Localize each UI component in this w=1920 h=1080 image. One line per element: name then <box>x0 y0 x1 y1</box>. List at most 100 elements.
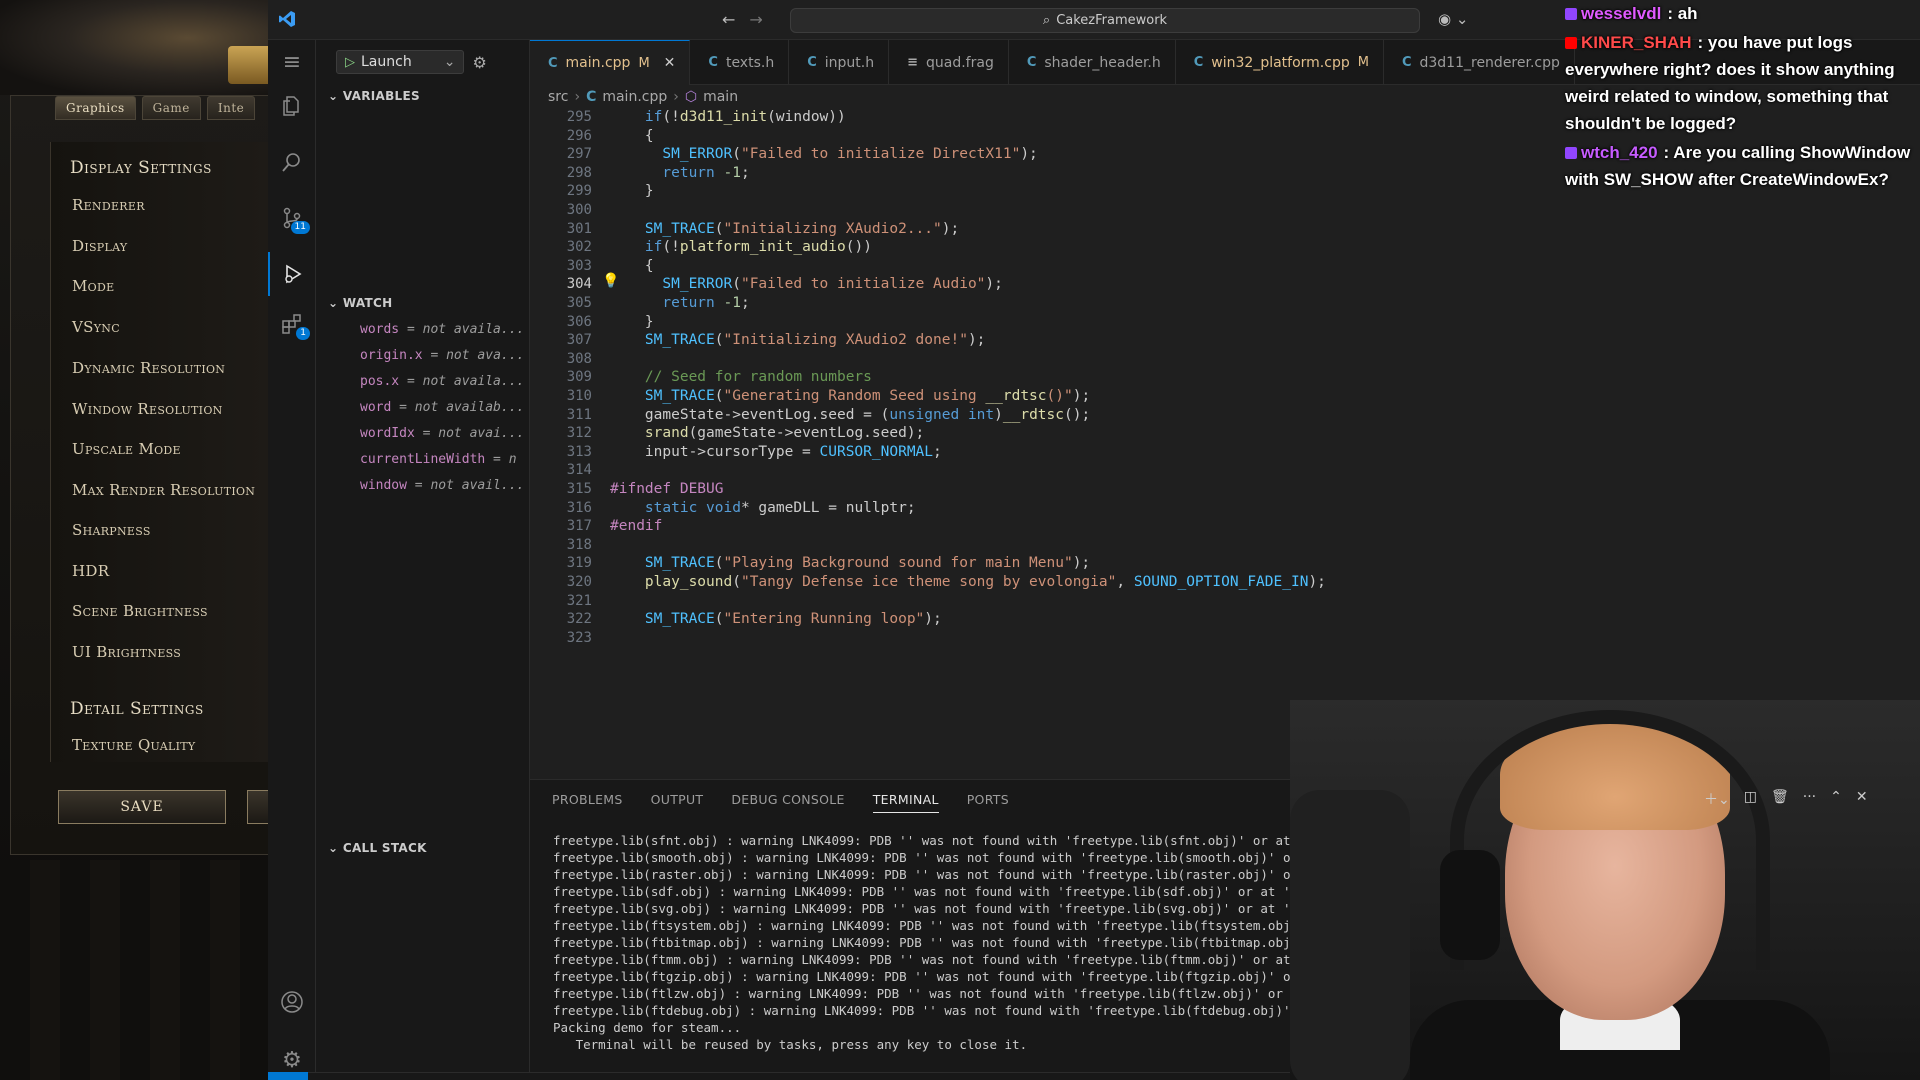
remote-indicator[interactable] <box>268 1072 308 1080</box>
close-icon[interactable]: ✕ <box>1856 789 1868 809</box>
tab-graphics[interactable]: Graphics <box>55 96 136 120</box>
debug-settings-gear-icon[interactable]: ⚙ <box>472 53 486 72</box>
watch-item[interactable]: word = not availab... <box>360 400 525 415</box>
breadcrumb-symbol[interactable]: main <box>703 89 738 105</box>
game-save-button[interactable]: SAVE <box>58 790 226 824</box>
tab-label: d3d11_renderer.cpp <box>1419 54 1560 71</box>
search-view-icon[interactable] <box>268 140 316 184</box>
c-file-icon: C <box>586 89 597 105</box>
breadcrumb-folder[interactable]: src <box>548 89 568 105</box>
setting-dynamic-resolution[interactable]: Dynamic Resolution <box>72 359 225 377</box>
tab-input-h[interactable]: Cinput.h <box>789 40 890 85</box>
display-settings-header: Display Settings <box>70 158 212 178</box>
code-line: SM_TRACE("Generating Random Seed using _… <box>644 388 1091 404</box>
setting-max-render-resolution[interactable]: Max Render Resolution <box>72 481 255 499</box>
tab-win32-platform-cpp[interactable]: Cwin32_platform.cpp M <box>1176 40 1384 85</box>
watch-item[interactable]: pos.x = not availa... <box>360 374 525 389</box>
launch-config-select[interactable]: ▷ Launch ⌄ <box>336 50 465 74</box>
watch-section-header[interactable]: ⌄ WATCH <box>328 296 392 310</box>
setting-hdr[interactable]: HDR <box>72 562 109 580</box>
accounts-icon[interactable] <box>268 980 316 1024</box>
code-line: } <box>610 313 654 330</box>
add-terminal-icon[interactable]: ＋⌄ <box>1704 789 1730 809</box>
line-number: 299 <box>566 183 592 200</box>
trash-icon[interactable]: 🗑 <box>1771 789 1789 809</box>
code-line: // Seed for random numbers <box>610 369 872 386</box>
breadcrumb-file[interactable]: main.cpp <box>602 89 667 105</box>
setting-vsync[interactable]: VSync <box>72 318 120 336</box>
call-stack-section-header[interactable]: ⌄ CALL STACK <box>328 841 427 855</box>
close-tab-icon[interactable]: ✕ <box>664 55 676 71</box>
tab-problems[interactable]: PROBLEMS <box>552 792 623 813</box>
line-number: 301 <box>566 220 592 237</box>
watch-item[interactable]: currentLineWidth = n <box>360 452 525 467</box>
watch-value: = not ava... <box>422 348 525 363</box>
chat-message: wesselvdl: ah <box>1565 0 1920 27</box>
split-terminal-icon[interactable]: ◫ <box>1744 789 1757 809</box>
code-editor[interactable]: 295 296 297 298 299 300 301 302 303 304 305 306 307 3… <box>530 109 1920 779</box>
tab-terminal[interactable]: TERMINAL <box>872 792 939 813</box>
setting-mode[interactable]: Mode <box>72 277 114 295</box>
line-number: 316 <box>566 499 592 516</box>
watch-name: wordIdx <box>360 426 415 441</box>
tab-shader-header-h[interactable]: Cshader_header.h <box>1009 40 1176 85</box>
game-settings-window: Graphics Game Inte Display Settings Rend… <box>0 0 268 1080</box>
more-icon[interactable]: ··· <box>1803 789 1816 809</box>
copilot-icon[interactable]: ◉ ⌄ <box>1438 10 1468 28</box>
tab-debug-console[interactable]: DEBUG CONSOLE <box>731 792 844 813</box>
code-line: if(!d3d11_init(window)) <box>644 109 846 125</box>
menu-icon[interactable]: ≡ <box>268 40 316 84</box>
explorer-icon[interactable] <box>268 84 316 128</box>
variables-section-header[interactable]: ⌄ VARIABLES <box>328 89 420 103</box>
setting-window-resolution[interactable]: Window Resolution <box>72 400 223 418</box>
setting-renderer[interactable]: Renderer <box>72 196 145 214</box>
watch-item[interactable]: window = not avail... <box>360 478 525 493</box>
back-arrow-icon[interactable]: ← <box>722 10 735 29</box>
start-debugging-icon[interactable]: ▷ <box>345 55 355 70</box>
watch-item[interactable]: wordIdx = not avai... <box>360 426 525 441</box>
code-line: return -1; <box>662 164 750 181</box>
search-icon: ⌕ <box>1042 13 1051 28</box>
command-center-search[interactable]: ⌕ CakezFramework <box>790 8 1420 33</box>
setting-sharpness[interactable]: Sharpness <box>72 521 151 539</box>
setting-display[interactable]: Display <box>72 237 127 255</box>
line-number: 295 <box>566 109 592 125</box>
game-secondary-button[interactable] <box>247 790 268 824</box>
setting-ui-brightness[interactable]: UI Brightness <box>72 643 181 661</box>
game-settings-tabs: Graphics Game Inte <box>55 96 256 120</box>
function-symbol-icon: ⬡ <box>684 89 698 105</box>
editor-scrollbar[interactable] <box>1910 109 1920 779</box>
code-line: SM_TRACE("Playing Background sound for m… <box>644 555 1091 572</box>
screen: Graphics Game Inte Display Settings Rend… <box>0 0 1920 1080</box>
run-debug-icon[interactable] <box>268 252 316 296</box>
line-number: 320 <box>566 574 592 590</box>
line-number: 303 <box>566 257 592 274</box>
setting-upscale-mode[interactable]: Upscale Mode <box>72 440 181 458</box>
setting-texture-quality[interactable]: Texture Quality <box>72 736 195 754</box>
tab-d3d11-renderer-cpp[interactable]: Cd3d11_renderer.cpp <box>1384 40 1575 85</box>
tab-label: main.cpp <box>565 55 631 71</box>
setting-scene-brightness[interactable]: Scene Brightness <box>72 602 208 620</box>
line-number: 296 <box>566 127 592 144</box>
watch-item[interactable]: words = not availa... <box>360 322 525 337</box>
code-line: SM_ERROR("Failed to initialize Audio"); <box>662 276 1003 293</box>
tab-ports[interactable]: PORTS <box>967 792 1009 813</box>
tab-texts-h[interactable]: Ctexts.h <box>690 40 790 85</box>
chat-message: wtch_420: Are you calling ShowWindow wit… <box>1565 139 1920 193</box>
source-control-icon[interactable]: 11 <box>268 196 316 240</box>
variables-label: VARIABLES <box>342 89 420 103</box>
modified-indicator: M <box>1357 55 1369 70</box>
tab-quad-frag[interactable]: ≡ quad.frag <box>889 40 1009 85</box>
c-file-icon: C <box>807 55 817 70</box>
forward-arrow-icon[interactable]: → <box>749 10 762 29</box>
extensions-icon[interactable]: 1 <box>268 302 316 346</box>
tab-game[interactable]: Game <box>141 96 201 120</box>
watch-label: WATCH <box>342 296 393 310</box>
tab-main-cpp[interactable]: Cmain.cpp M ✕ <box>530 40 691 85</box>
tab-interface[interactable]: Inte <box>206 96 256 120</box>
tab-output[interactable]: OUTPUT <box>651 792 704 813</box>
watch-item[interactable]: origin.x = not ava... <box>360 348 525 363</box>
chevron-up-icon[interactable]: ⌃ <box>1830 789 1842 809</box>
extensions-badge: 1 <box>296 327 310 340</box>
lightbulb-icon[interactable]: 💡 <box>602 273 619 289</box>
